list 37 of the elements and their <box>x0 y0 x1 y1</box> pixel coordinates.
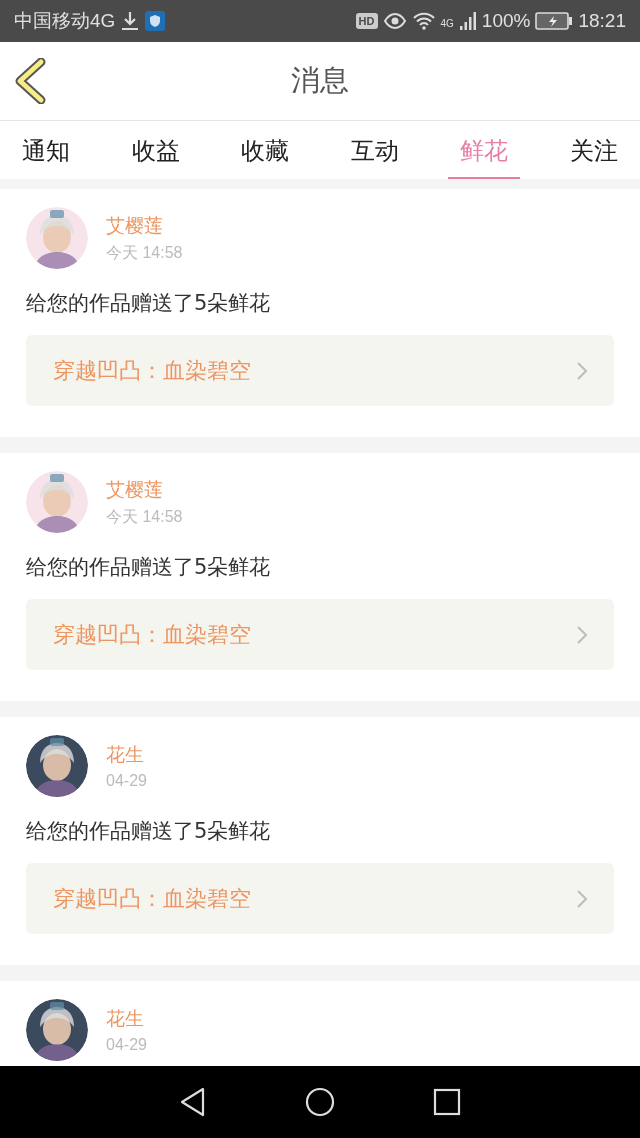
battery-percent: 100% <box>481 10 531 32</box>
carrier-name: 中国移动4G <box>14 9 116 33</box>
chevron-icon <box>576 624 588 645</box>
hd-badge: HD <box>355 13 378 29</box>
clock: 18:21 <box>578 10 626 32</box>
timestamp: 04-29 <box>106 1036 147 1054</box>
home-nav-icon[interactable] <box>304 1086 336 1118</box>
tab[interactable]: 收藏 <box>229 126 302 180</box>
page-title: 消息 <box>291 62 349 99</box>
author-name[interactable]: 艾樱莲 <box>106 476 163 503</box>
shield-icon <box>145 10 166 32</box>
network-type: 4G <box>440 18 454 29</box>
tab[interactable]: 收益 <box>119 126 192 180</box>
timestamp: 今天 14:58 <box>106 242 183 263</box>
battery-icon <box>535 12 574 30</box>
tab[interactable]: 通知 <box>10 126 82 180</box>
author-name[interactable]: 花生 <box>106 1006 144 1032</box>
chevron-icon <box>576 888 588 909</box>
timestamp: 今天 14:58 <box>106 506 183 527</box>
recents-nav-icon[interactable] <box>432 1087 462 1117</box>
tab[interactable]: 关注 <box>557 126 630 180</box>
chevron-icon <box>576 360 588 381</box>
timestamp: 04-29 <box>106 772 147 790</box>
eye-icon <box>382 12 407 30</box>
work-link[interactable]: 穿越凹凸：血染碧空 <box>26 863 614 934</box>
wifi-icon <box>411 11 436 31</box>
signal-icon <box>458 11 477 31</box>
message-text: 给您的作品赠送了5朵鲜花 <box>26 290 272 317</box>
message-text: 给您的作品赠送了5朵鲜花 <box>26 818 272 845</box>
work-link[interactable]: 穿越凹凸：血染碧空 <box>26 599 614 670</box>
work-link[interactable]: 穿越凹凸：血染碧空 <box>26 335 614 406</box>
author-name[interactable]: 艾樱莲 <box>106 212 163 239</box>
download-icon <box>120 10 141 32</box>
message-text: 给您的作品赠送了5朵鲜花 <box>26 554 272 581</box>
tab[interactable]: 互动 <box>338 126 411 180</box>
author-name[interactable]: 花生 <box>106 742 144 768</box>
back-button[interactable] <box>14 58 48 104</box>
